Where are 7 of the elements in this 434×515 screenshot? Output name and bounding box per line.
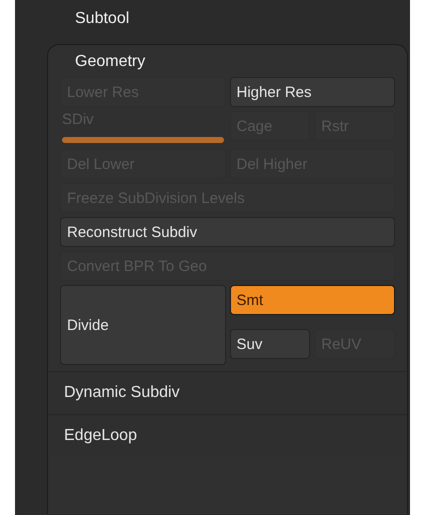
tool-button[interactable]: Higher Res — [230, 77, 395, 107]
toggle-button[interactable]: Suv — [230, 329, 310, 359]
panel-title[interactable]: Subtool — [75, 8, 130, 30]
tool-button[interactable]: Divide — [60, 285, 226, 365]
tool-button[interactable]: Reconstruct Subdiv — [60, 217, 395, 247]
toggle-button[interactable]: Smt — [230, 285, 395, 315]
group-title[interactable]: Geometry — [75, 51, 146, 73]
